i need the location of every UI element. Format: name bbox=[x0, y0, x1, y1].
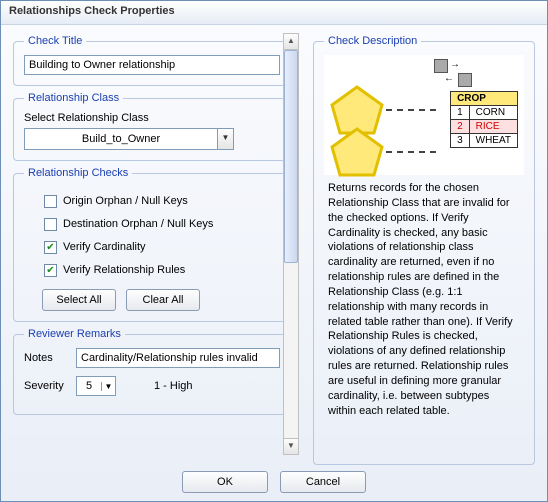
right-column: Check Description → ← CROP bbox=[297, 29, 541, 459]
check-description-group: Check Description → ← CROP bbox=[313, 35, 535, 465]
check-description-legend: Check Description bbox=[324, 35, 421, 47]
chevron-down-icon[interactable]: ▼ bbox=[217, 129, 233, 149]
relationship-class-legend: Relationship Class bbox=[24, 92, 123, 104]
reviewer-remarks-legend: Reviewer Remarks bbox=[24, 328, 125, 340]
vertical-scrollbar[interactable]: ▲ ▼ bbox=[283, 33, 299, 455]
scroll-down-icon[interactable]: ▼ bbox=[284, 438, 298, 454]
window-title: Relationships Check Properties bbox=[9, 5, 175, 17]
reviewer-remarks-group: Reviewer Remarks Notes Severity 5 ▼ 1 - … bbox=[13, 328, 291, 415]
ok-button[interactable]: OK bbox=[182, 471, 268, 493]
checkbox-icon[interactable] bbox=[44, 218, 57, 231]
content-area: Check Title Relationship Class Select Re… bbox=[7, 29, 541, 459]
check-destination-orphan[interactable]: Destination Orphan / Null Keys bbox=[44, 215, 280, 233]
severity-select[interactable]: 5 ▼ bbox=[76, 376, 116, 396]
severity-legend: 1 - High bbox=[154, 380, 193, 392]
check-label: Verify Cardinality bbox=[63, 241, 146, 253]
table-row: 1 CORN bbox=[451, 106, 518, 120]
check-verify-rules[interactable]: ✔ Verify Relationship Rules bbox=[44, 261, 280, 279]
relationship-checks-group: Relationship Checks Origin Orphan / Null… bbox=[13, 167, 291, 322]
relationship-class-dropdown[interactable]: Build_to_Owner ▼ bbox=[24, 128, 234, 150]
diagram-table-header: CROP bbox=[451, 92, 518, 106]
check-label: Origin Orphan / Null Keys bbox=[63, 195, 188, 207]
scroll-thumb[interactable] bbox=[284, 50, 298, 263]
severity-value: 5 bbox=[77, 380, 101, 392]
check-title-input[interactable] bbox=[24, 55, 280, 75]
select-all-button[interactable]: Select All bbox=[42, 289, 116, 311]
connector-line bbox=[386, 109, 436, 111]
dialog-window: Relationships Check Properties Check Tit… bbox=[0, 0, 548, 502]
diagram-table: CROP 1 CORN 2 RICE 3 WHEAT bbox=[450, 91, 518, 148]
scroll-track[interactable] bbox=[284, 50, 298, 438]
node-icon bbox=[434, 59, 448, 73]
checkbox-checked-icon[interactable]: ✔ bbox=[44, 241, 57, 254]
description-text: Returns records for the chosen Relations… bbox=[324, 181, 524, 419]
relationship-class-group: Relationship Class Select Relationship C… bbox=[13, 92, 291, 161]
check-label: Verify Relationship Rules bbox=[63, 264, 185, 276]
check-origin-orphan[interactable]: Origin Orphan / Null Keys bbox=[44, 192, 280, 210]
table-row: 2 RICE bbox=[451, 120, 518, 134]
description-diagram: → ← CROP 1 CORN bbox=[324, 55, 524, 175]
node-icon bbox=[458, 73, 472, 87]
dialog-footer: OK Cancel bbox=[1, 471, 547, 493]
arrow-right-icon: → bbox=[450, 59, 460, 70]
relationship-checks-legend: Relationship Checks bbox=[24, 167, 132, 179]
title-bar: Relationships Check Properties bbox=[1, 1, 547, 25]
connector-line bbox=[386, 151, 436, 153]
check-label: Destination Orphan / Null Keys bbox=[63, 218, 213, 230]
check-verify-cardinality[interactable]: ✔ Verify Cardinality bbox=[44, 238, 280, 256]
scroll-up-icon[interactable]: ▲ bbox=[284, 34, 298, 50]
notes-input[interactable] bbox=[76, 348, 280, 368]
pentagon-icon bbox=[330, 127, 384, 177]
check-title-legend: Check Title bbox=[24, 35, 86, 47]
relationship-class-label: Select Relationship Class bbox=[24, 112, 280, 124]
checkbox-checked-icon[interactable]: ✔ bbox=[44, 264, 57, 277]
notes-label: Notes bbox=[24, 352, 68, 364]
clear-all-button[interactable]: Clear All bbox=[126, 289, 200, 311]
left-column: Check Title Relationship Class Select Re… bbox=[7, 29, 297, 459]
chevron-down-icon[interactable]: ▼ bbox=[101, 382, 115, 391]
arrow-left-icon: ← bbox=[444, 73, 454, 84]
checkbox-icon[interactable] bbox=[44, 195, 57, 208]
severity-label: Severity bbox=[24, 380, 68, 392]
check-title-group: Check Title bbox=[13, 35, 291, 86]
relationship-class-value: Build_to_Owner bbox=[25, 133, 217, 145]
cancel-button[interactable]: Cancel bbox=[280, 471, 366, 493]
table-row: 3 WHEAT bbox=[451, 134, 518, 148]
